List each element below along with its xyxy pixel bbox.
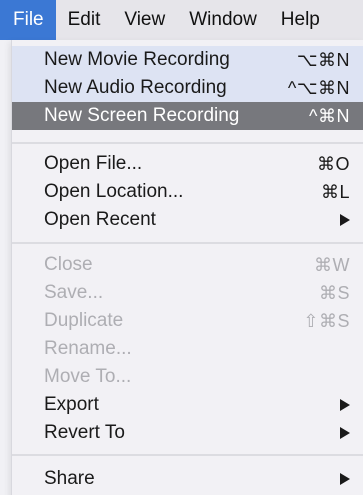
menu-item-shortcut: ⌥⌘N bbox=[296, 49, 350, 70]
menu-item-shortcut: ⌘L bbox=[320, 181, 350, 202]
menu-separator bbox=[12, 454, 363, 456]
menu-item-label: Open File... bbox=[44, 153, 143, 174]
menu-help[interactable]: Help bbox=[269, 0, 332, 40]
menu-item-label: Open Recent bbox=[44, 209, 156, 230]
menu-item-shortcut: ⌘O bbox=[316, 153, 350, 174]
menu-item-shortcut: ⌘S bbox=[318, 282, 350, 303]
menu-item-shortcut: ^⌥⌘N bbox=[287, 77, 350, 98]
menu-item-open-file[interactable]: Open File... ⌘O bbox=[12, 150, 363, 178]
menu-item-shortcut: ⌘W bbox=[314, 254, 350, 275]
menu-item-share[interactable]: Share bbox=[12, 465, 363, 493]
menu-item-label: Export bbox=[44, 394, 99, 415]
screen: File Edit View Window Help New Movie Rec… bbox=[0, 0, 363, 495]
menu-view[interactable]: View bbox=[112, 0, 177, 40]
menu-item-shortcut: ^⌘N bbox=[309, 105, 350, 126]
menu-item-label: Move To... bbox=[44, 366, 132, 387]
menu-item-label: Save... bbox=[44, 282, 104, 303]
file-dropdown-menu: New Movie Recording ⌥⌘N New Audio Record… bbox=[11, 40, 363, 495]
submenu-arrow-icon bbox=[340, 427, 350, 439]
menu-item-new-screen-recording[interactable]: New Screen Recording ^⌘N bbox=[12, 102, 363, 130]
menu-file[interactable]: File bbox=[0, 0, 56, 40]
menu-item-label: Duplicate bbox=[44, 310, 124, 331]
menu-item-save[interactable]: Save... ⌘S bbox=[12, 279, 363, 307]
submenu-arrow-icon bbox=[340, 473, 350, 485]
menu-item-label: Open Location... bbox=[44, 181, 184, 202]
menu-item-new-audio-recording[interactable]: New Audio Recording ^⌥⌘N bbox=[12, 74, 363, 102]
menu-item-label: New Audio Recording bbox=[44, 77, 227, 98]
menu-separator bbox=[12, 242, 363, 244]
menu-item-label: Share bbox=[44, 468, 95, 489]
submenu-arrow-icon bbox=[340, 214, 350, 226]
menu-item-label: New Movie Recording bbox=[44, 49, 230, 70]
submenu-arrow-icon bbox=[340, 399, 350, 411]
menu-item-close[interactable]: Close ⌘W bbox=[12, 251, 363, 279]
menu-item-open-recent[interactable]: Open Recent bbox=[12, 206, 363, 234]
menu-item-label: New Screen Recording bbox=[44, 105, 240, 126]
menu-edit[interactable]: Edit bbox=[56, 0, 113, 40]
menu-item-label: Revert To bbox=[44, 422, 125, 443]
menu-separator bbox=[12, 142, 363, 144]
menu-bar: File Edit View Window Help bbox=[0, 0, 363, 40]
menu-item-rename[interactable]: Rename... bbox=[12, 335, 363, 363]
menu-item-export[interactable]: Export bbox=[12, 391, 363, 419]
menu-item-move-to[interactable]: Move To... bbox=[12, 363, 363, 391]
menu-item-open-location[interactable]: Open Location... ⌘L bbox=[12, 178, 363, 206]
menu-item-revert-to[interactable]: Revert To bbox=[12, 419, 363, 447]
menu-item-duplicate[interactable]: Duplicate ⇧⌘S bbox=[12, 307, 363, 335]
menu-item-new-movie-recording[interactable]: New Movie Recording ⌥⌘N bbox=[12, 46, 363, 74]
menu-item-shortcut: ⇧⌘S bbox=[303, 310, 350, 331]
menu-window[interactable]: Window bbox=[177, 0, 269, 40]
menu-item-label: Rename... bbox=[44, 338, 132, 359]
menu-item-label: Close bbox=[44, 254, 93, 275]
